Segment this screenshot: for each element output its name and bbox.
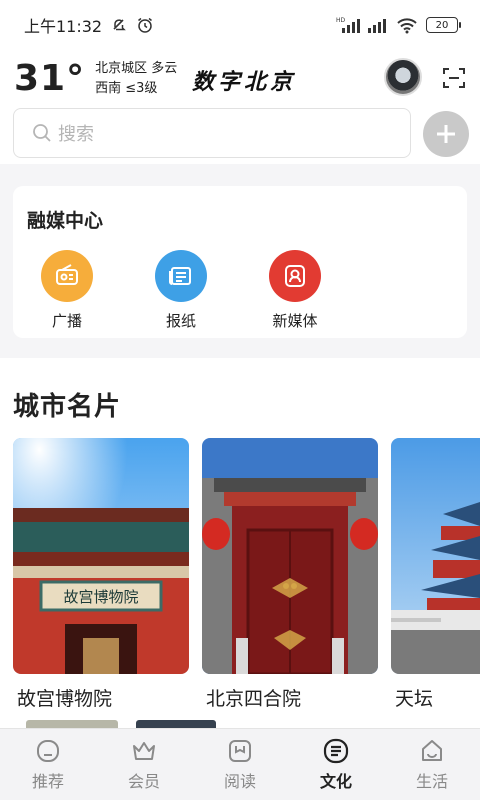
city-card-palace-museum[interactable]: 故宫博物院: [13, 438, 189, 674]
mute-icon: [113, 19, 126, 31]
book-icon: [229, 740, 251, 762]
city-card-label: 故宫博物院: [17, 688, 113, 710]
media-item-label: 广播: [51, 312, 82, 330]
svg-text:故宫博物院: 故宫博物院: [63, 588, 138, 606]
signal-hd-icon: HD: [336, 17, 360, 33]
tab-culture[interactable]: 文化: [288, 729, 384, 800]
palace-museum-image: 故宫博物院: [13, 438, 189, 674]
tab-read[interactable]: 阅读: [192, 729, 288, 800]
signal-icon: [368, 19, 386, 33]
tab-label: 推荐: [31, 772, 64, 791]
temperature: 31°: [14, 58, 86, 99]
weather-widget[interactable]: 31° 北京城区 多云 西南 ≤3级: [14, 58, 177, 99]
media-center-card: 融媒中心 广播 报纸 新媒体: [13, 186, 467, 338]
new-media-icon: [269, 250, 321, 302]
location-label: 北京城区: [95, 60, 148, 76]
radio-icon: [41, 250, 93, 302]
siheyuan-image: [202, 438, 378, 674]
search-input[interactable]: 搜索: [13, 108, 411, 158]
header: 31° 北京城区 多云 西南 ≤3级 数字北京 搜索: [0, 50, 480, 164]
search-icon: [33, 124, 51, 142]
city-card-temple-of-heaven[interactable]: [391, 438, 480, 674]
section-title: 城市名片: [13, 392, 122, 422]
city-card-label: 天坛: [395, 688, 434, 710]
battery-icon: 20: [426, 17, 461, 33]
battery-level: 20: [435, 19, 449, 31]
tab-recommend[interactable]: 推荐: [0, 729, 96, 800]
wind-level: ≤3级: [125, 80, 158, 96]
status-time: 上午11:32: [24, 17, 103, 36]
newspaper-icon: [155, 250, 207, 302]
recommend-icon: [37, 740, 59, 762]
temple-of-heaven-image: [391, 438, 480, 674]
media-item-newspaper[interactable]: 报纸: [139, 250, 223, 331]
culture-icon: [323, 738, 349, 764]
scan-icon[interactable]: [442, 66, 466, 90]
media-item-label: 新媒体: [272, 312, 318, 330]
add-button[interactable]: [423, 111, 469, 157]
tab-member[interactable]: 会员: [96, 729, 192, 800]
tab-label: 阅读: [223, 772, 256, 791]
tab-label: 生活: [415, 772, 448, 791]
weather-condition: 多云: [151, 60, 178, 76]
media-item-radio[interactable]: 广播: [25, 250, 109, 331]
tab-label: 会员: [127, 772, 160, 791]
tab-life[interactable]: 生活: [384, 729, 480, 800]
avatar[interactable]: [384, 58, 422, 96]
tab-label: 文化: [319, 772, 352, 791]
crown-icon: [133, 742, 155, 760]
brand-logo: 数字北京: [192, 69, 297, 95]
search-placeholder: 搜索: [58, 124, 94, 145]
bottom-tab-bar: 推荐 会员 阅读 文化 生活: [0, 728, 480, 800]
life-icon: [422, 740, 442, 761]
wifi-icon: [397, 18, 417, 34]
plus-icon: [437, 125, 455, 143]
wind-direction: 西南: [95, 80, 122, 96]
media-item-new-media[interactable]: 新媒体: [253, 250, 337, 331]
media-item-label: 报纸: [165, 312, 196, 330]
svg-text:HD: HD: [336, 17, 346, 24]
city-cards-section: 城市名片 故宫博物院 故宫博物院 北京四合院 天坛: [0, 358, 480, 732]
city-card-siheyuan[interactable]: [202, 438, 378, 674]
status-bar: 上午11:32 HD 20: [0, 0, 480, 50]
media-center-title: 融媒中心: [27, 210, 104, 232]
city-card-label: 北京四合院: [206, 688, 302, 710]
alarm-icon: [138, 17, 153, 33]
